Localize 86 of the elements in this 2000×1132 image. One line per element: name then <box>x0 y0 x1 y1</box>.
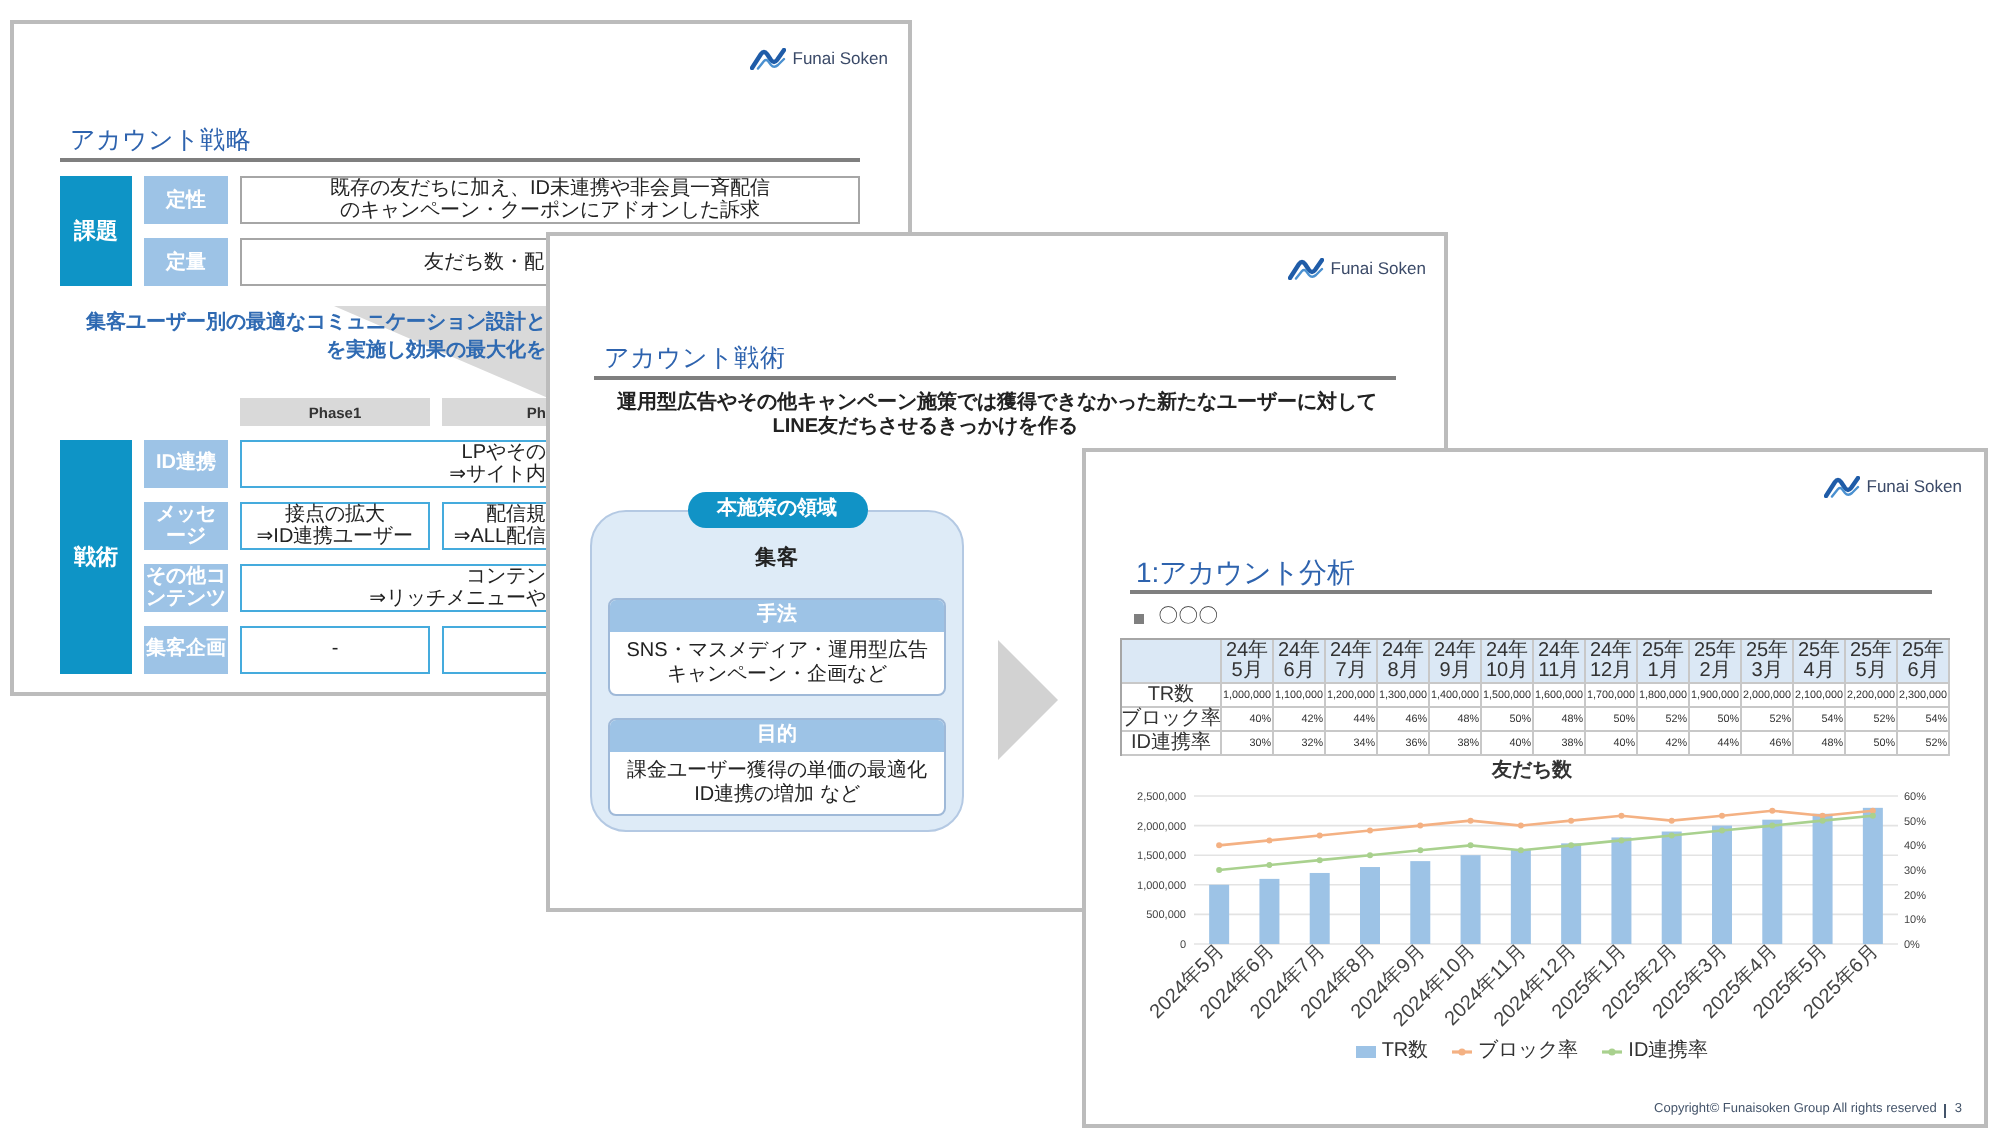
point <box>1417 847 1424 854</box>
column-header: 25年1月 <box>1638 640 1690 684</box>
point <box>1316 857 1323 864</box>
wave-icon <box>1824 475 1861 497</box>
column-header: 25年4月 <box>1794 640 1846 684</box>
wave-icon <box>1288 257 1325 279</box>
point <box>1819 812 1826 819</box>
slide-title: アカウント戦術 <box>604 342 786 376</box>
lead-text: 運用型広告やその他キャンペーン施策では獲得できなかった新たなユーザーに対して <box>617 392 1377 415</box>
point <box>1568 817 1575 824</box>
tactic-cell: 接点の拡大 ⇒ID連携ユーザー <box>240 501 430 550</box>
column-header: 24年9月 <box>1430 640 1482 684</box>
column-header: 24年5月 <box>1222 640 1274 684</box>
column-header: 24年12月 <box>1586 640 1638 684</box>
point <box>1769 822 1776 829</box>
column-header: 24年7月 <box>1326 640 1378 684</box>
point <box>1869 812 1876 819</box>
section-header: 手法 <box>610 600 944 632</box>
point <box>1266 837 1273 844</box>
issue-cell: 既存の友だちに加え、ID未連携や非会員一斉配信のキャンペーン・クーポンにアドオンした訴求 <box>240 176 860 224</box>
category-label: 課題 <box>60 176 132 286</box>
bullet-icon <box>1134 613 1144 623</box>
section-text: SNS・マスメディア・運用型広告キャンペーン・企画など <box>624 637 930 689</box>
row-label: その他コンテンツ <box>144 563 228 612</box>
column-header: 24年11月 <box>1534 640 1586 684</box>
point <box>1618 837 1625 844</box>
row-label: 集客企画 <box>144 625 228 674</box>
row-label: TR数 <box>1122 684 1222 708</box>
point <box>1719 812 1725 819</box>
scope-heading: 集客 <box>755 546 799 572</box>
point <box>1216 842 1223 849</box>
column-header: 25年5月 <box>1846 640 1898 684</box>
point <box>1618 812 1625 819</box>
scope-badge: 本施策の領域 <box>687 492 867 528</box>
point <box>1467 842 1474 849</box>
row-label: 定性 <box>144 176 228 224</box>
logo-text: Funai Soken <box>792 48 888 68</box>
legend-label: TR数 <box>1381 1040 1429 1064</box>
point <box>1819 817 1826 824</box>
legend-label: ブロック率 <box>1478 1040 1579 1064</box>
slide-title: アカウント戦略 <box>70 124 252 158</box>
column-header: 25年3月 <box>1742 640 1794 684</box>
point <box>1367 852 1373 859</box>
point <box>1216 867 1223 873</box>
logo-text: Funai Soken <box>1866 476 1962 496</box>
legend-label: ID連携率 <box>1628 1040 1709 1064</box>
section-text: 課金ユーザー獲得の単価の最適化ID連携の増加 など <box>625 757 929 809</box>
point <box>1517 847 1524 854</box>
point <box>1668 832 1675 839</box>
wave-icon <box>750 47 787 69</box>
tactic-cell: LPやその ⇒サイト内 <box>240 439 548 488</box>
row-label: ID連携 <box>144 439 228 488</box>
column-header: 24年10月 <box>1482 640 1534 684</box>
column-header: 25年2月 <box>1690 640 1742 684</box>
section-header: 目的 <box>610 720 944 752</box>
tactic-cell: - <box>240 625 430 674</box>
bullet-text: 〇〇〇 <box>1158 606 1218 630</box>
right-arrow-icon <box>998 640 1058 760</box>
point <box>1316 832 1323 839</box>
header-cell <box>1122 640 1222 684</box>
row-label: ID連携率 <box>1122 732 1222 756</box>
logo-text: Funai Soken <box>1330 258 1426 278</box>
point <box>1568 842 1575 849</box>
point <box>1417 822 1424 829</box>
row-label: メッセージ <box>144 501 228 550</box>
tactic-cell: コンテン ⇒リッチメニューや <box>240 563 548 612</box>
point <box>1668 817 1675 824</box>
row-label: 定量 <box>144 238 228 286</box>
column-header: 24年6月 <box>1274 640 1326 684</box>
row-label: ブロック率 <box>1122 708 1222 732</box>
chart-title: 友だち数 <box>1492 760 1572 784</box>
issue-cell: 友だち数・配 <box>240 238 548 286</box>
column-header: 24年8月 <box>1378 640 1430 684</box>
category-label: 戦術 <box>60 439 132 674</box>
column-header: 25年6月 <box>1898 640 1950 684</box>
point <box>1367 827 1373 834</box>
point <box>1467 817 1474 824</box>
point <box>1869 807 1876 814</box>
lead-text: LINE友だちさせるきっかけを作る <box>772 415 1078 438</box>
headline-text: 集客ユーザー別の最適なコミュニケーション設計と <box>86 310 546 338</box>
headline-text: を実施し効果の最大化を <box>326 338 546 366</box>
point <box>1719 827 1725 834</box>
slide-title: 1:アカウント分析 <box>1136 554 1356 590</box>
point <box>1769 807 1776 814</box>
tactic-cell: 配信規 ⇒ALL配信 <box>442 501 548 550</box>
point <box>1517 822 1524 829</box>
